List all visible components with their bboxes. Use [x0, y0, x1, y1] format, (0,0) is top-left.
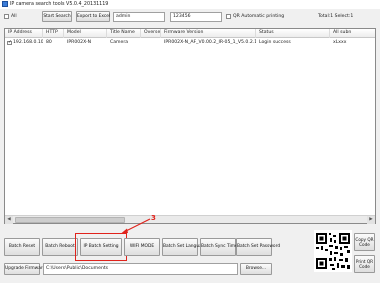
wifi-mode-button[interactable]: WIFI MODE [124, 238, 160, 256]
batch-set-password-button[interactable]: Batch Set Password [236, 238, 280, 256]
print-qr-code-button[interactable]: Print QR Code [354, 255, 375, 273]
column-header[interactable]: HTTP [43, 29, 64, 38]
select-all-label: All [11, 14, 17, 19]
title-bar: IP camera search tools V5.0.4_20131119 [0, 0, 380, 9]
checkmark-icon: ✓ [8, 40, 12, 45]
cell-ip: 192.168.0.101 [13, 40, 43, 45]
cell-firmware: IPR002X-N_AF_V0.00.2_IR-05_1_V5.0.2.1 8d… [164, 40, 256, 45]
app-window: IP camera search tools V5.0.4_20131119 A… [0, 0, 380, 283]
column-header[interactable]: Firmware Version [161, 29, 256, 38]
batch-reboot-button[interactable]: Batch Reboot [42, 238, 78, 256]
browse-button[interactable]: Browse... [240, 263, 272, 275]
cell-http: 80 [46, 40, 52, 45]
qr-auto-print-checkbox[interactable] [226, 14, 231, 19]
cell-model: IPR002X-N [67, 40, 92, 45]
qr-auto-print-label: QR Automatic printing [233, 14, 285, 19]
password-field[interactable]: 123456 [170, 12, 222, 22]
column-header[interactable]: Title Name [107, 29, 141, 38]
annotation-step-number: 3 [151, 214, 156, 222]
cell-subnet: xLxxx [333, 40, 347, 45]
cell-status: Login success [259, 40, 291, 45]
cell-title: Camera [110, 40, 129, 45]
start-search-button[interactable]: Start Search [42, 11, 72, 22]
export-excel-button[interactable]: Export to Excel [76, 11, 110, 22]
scroll-left-icon[interactable]: ◀ [5, 216, 13, 224]
table-header: IP Address HTTP Model Title Name Oversea… [5, 29, 375, 38]
horizontal-scrollbar[interactable]: ◀ ▶ [5, 215, 375, 224]
firmware-path-field[interactable]: C:\Users\Public\Documents [43, 263, 238, 275]
column-header[interactable]: Model [64, 29, 107, 38]
select-all-checkbox[interactable] [4, 14, 9, 19]
upgrade-firmware-button[interactable]: Upgrade Firmware [4, 263, 45, 275]
table-row[interactable]: ✓ 192.168.0.101 80 IPR002X-N Camera IPR0… [5, 39, 375, 47]
scrollbar-thumb[interactable] [15, 217, 125, 223]
username-field[interactable]: admin [113, 12, 165, 22]
window-title: IP camera search tools V5.0.4_20131119 [10, 1, 109, 7]
batch-set-language-button[interactable]: Batch Set Language [162, 238, 207, 256]
batch-sync-time-button[interactable]: Batch Sync Time [200, 238, 238, 256]
camera-app-icon [2, 1, 8, 7]
batch-reset-button[interactable]: Batch Reset [4, 238, 40, 256]
qr-code-icon [314, 230, 352, 272]
column-header[interactable]: Oversea [141, 29, 161, 38]
column-header[interactable]: IP Address [5, 29, 43, 38]
scroll-right-icon[interactable]: ▶ [367, 216, 375, 224]
column-header[interactable]: Status [256, 29, 330, 38]
total-select-status: Total:1 Select:1 [318, 14, 354, 19]
device-table: IP Address HTTP Model Title Name Oversea… [4, 28, 376, 224]
annotation-highlight-box [75, 233, 127, 261]
column-header[interactable]: All subn [330, 29, 375, 38]
copy-qr-code-button[interactable]: Copy QR Code [354, 233, 375, 251]
